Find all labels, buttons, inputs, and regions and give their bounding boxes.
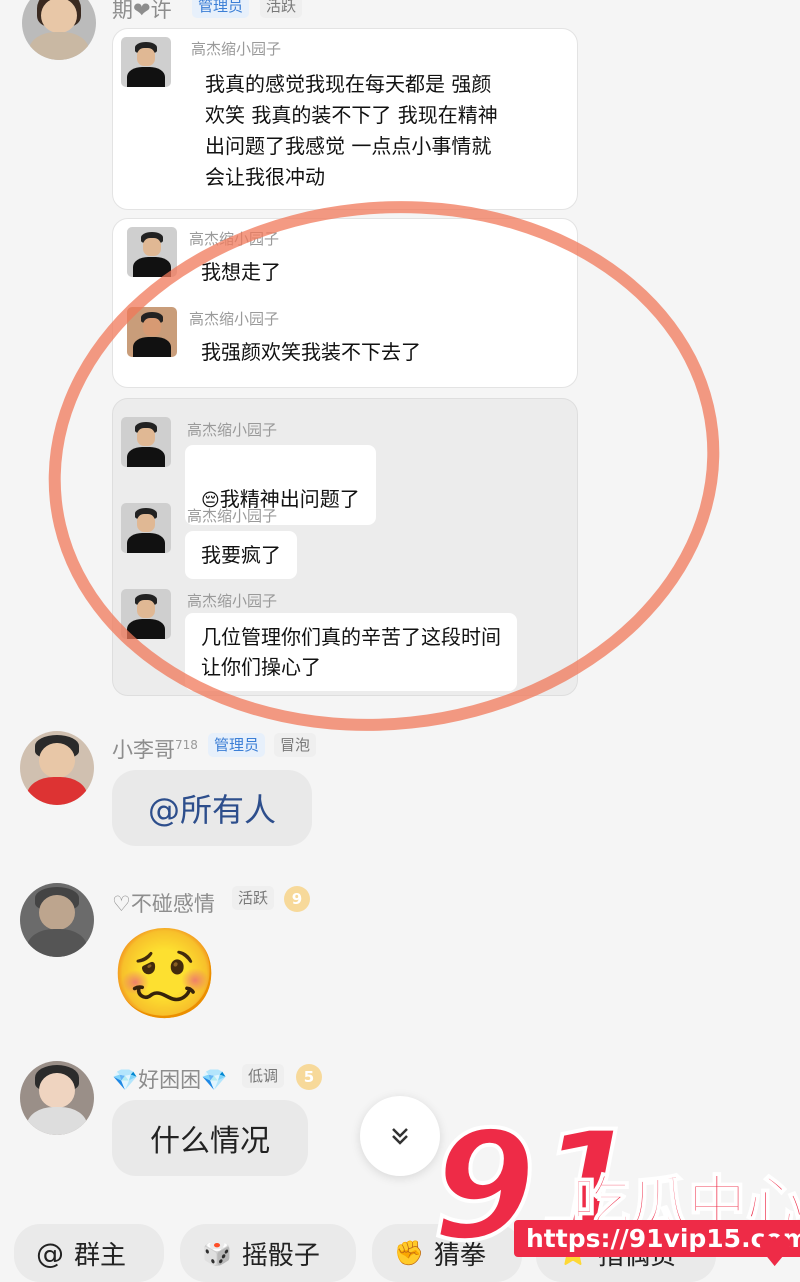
nickname: ♡不碰感情 (112, 892, 215, 916)
sender-name: 高杰缩小园子 (189, 230, 280, 248)
avatar[interactable] (20, 883, 94, 957)
sender-name: 高杰缩小园子 (187, 421, 278, 439)
avatar (127, 227, 177, 277)
avatar[interactable] (20, 1061, 94, 1135)
chip-label: 摇骰子 (241, 1240, 320, 1271)
quoted-message-card[interactable]: 高杰缩小园子 我想走了 高杰缩小园子 我强颜欢笑我装不下去了 (112, 218, 578, 388)
avatar (121, 503, 171, 553)
admin-badge: 管理员 (208, 733, 266, 757)
sender-name: 高杰缩小园子 (189, 310, 280, 328)
avatar (121, 37, 171, 87)
message-text: @所有人 (147, 791, 276, 829)
quoted-message-card[interactable]: 高杰缩小园子 😔我精神出问题了 高杰缩小园子 我要疯了 高杰缩小园子 几位管理你… (112, 398, 578, 696)
sender-name: 高杰缩小园子 (187, 507, 278, 525)
message-bubble[interactable]: 什么情况 (112, 1100, 308, 1176)
avatar (127, 307, 177, 357)
sticker-emoji[interactable]: 🥴 (110, 924, 220, 1024)
message-text: 什么情况 (150, 1124, 270, 1159)
message-bubble: 几位管理你们真的辛苦了这段时间 让你们操心了 (185, 613, 517, 691)
scroll-down-button[interactable] (360, 1096, 440, 1176)
level-number: 718 (175, 738, 198, 752)
dice-icon: 🎲 (202, 1239, 232, 1267)
level-badge: 9 (284, 886, 310, 912)
avatar[interactable] (20, 731, 94, 805)
sender-name: 高杰缩小园子 (191, 40, 282, 58)
nickname: 小李哥718 (112, 738, 198, 762)
double-chevron-down-icon (392, 1128, 408, 1145)
status-badge: 活跃 (260, 0, 303, 18)
heart-icon: ♥ (756, 1227, 794, 1276)
status-badge: 活跃 (232, 886, 275, 910)
level-badge: 5 (296, 1064, 322, 1090)
mention-owner-button[interactable]: @ 群主 (14, 1224, 164, 1282)
message-bubble: 我要疯了 (185, 531, 297, 579)
fist-icon: ✊ (394, 1239, 424, 1267)
sender-name: 高杰缩小园子 (187, 592, 278, 610)
status-badge: 冒泡 (274, 733, 317, 757)
avatar (121, 417, 171, 467)
message-bubble[interactable]: @所有人 (112, 770, 312, 846)
quoted-message-card[interactable]: 高杰缩小园子 我真的感觉我现在每天都是 强颜 欢笑 我真的装不下了 我现在精神 … (112, 28, 578, 210)
status-badge: 低调 (242, 1064, 285, 1088)
avatar[interactable] (22, 0, 96, 60)
chip-label: 群主 (74, 1240, 127, 1271)
message-text: 我想走了 (201, 260, 281, 284)
admin-badge: 管理员 (192, 0, 250, 18)
at-icon: @ (36, 1236, 64, 1270)
message-text: 我真的感觉我现在每天都是 强颜 欢笑 我真的装不下了 我现在精神 出问题了我感觉… (205, 72, 498, 189)
avatar (121, 589, 171, 639)
roll-dice-button[interactable]: 🎲 摇骰子 (180, 1224, 356, 1282)
nickname: 期❤许 (112, 0, 172, 22)
message-text: 我强颜欢笑我装不下去了 (201, 340, 421, 364)
nickname: 💎好困困💎 (112, 1068, 228, 1092)
